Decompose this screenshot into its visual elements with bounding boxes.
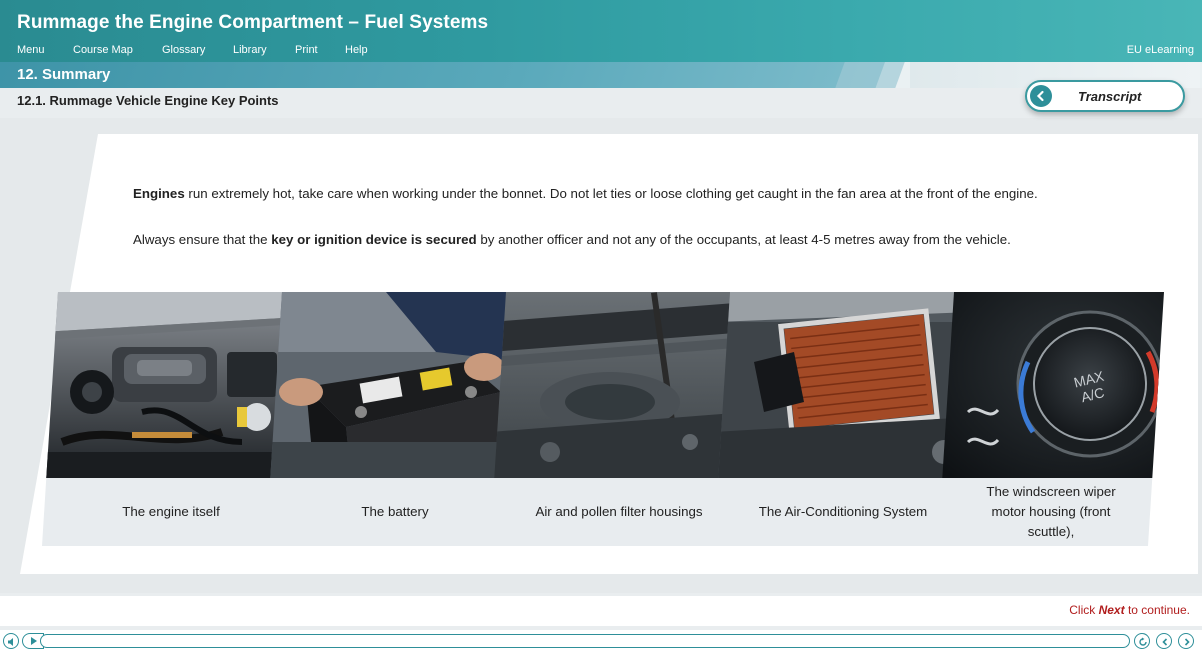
panel-filter-caption: Air and pollen filter housings <box>490 478 748 546</box>
paragraph-key-bold: key or ignition device is secured <box>271 232 477 247</box>
menu-item-help[interactable]: Help <box>345 44 368 56</box>
paragraph-engines-bold: Engines <box>133 186 185 201</box>
panel-aircon: The Air-Conditioning System <box>714 292 972 546</box>
menu-item-course-map[interactable]: Course Map <box>73 44 133 56</box>
chevron-left-icon <box>1162 638 1168 646</box>
section-bar: 12. Summary <box>0 62 1202 88</box>
transcript-label: Transcript <box>1078 89 1142 104</box>
paragraph-key-start: Always ensure that the <box>133 232 272 247</box>
panel-filter: Air and pollen filter housings <box>490 292 748 546</box>
panel-engine-caption: The engine itself <box>42 478 300 546</box>
menu-item-glossary[interactable]: Glossary <box>162 44 205 56</box>
paragraph-key-end: by another officer and not any of the oc… <box>476 232 1011 247</box>
paragraph-key: Always ensure that the key or ignition d… <box>133 229 1163 251</box>
panel-wiper: MAX A/C The windscreen wiper motor housi… <box>938 292 1164 546</box>
continue-hint-end: to continue. <box>1124 603 1190 617</box>
panel-engine: The engine itself <box>42 292 300 546</box>
replay-button[interactable] <box>1134 633 1150 649</box>
player-bar <box>0 630 1202 652</box>
continue-hint-start: Click <box>1069 603 1099 617</box>
menu-bar: Menu Course Map Glossary Library Print H… <box>0 40 1202 62</box>
transcript-button[interactable]: Transcript <box>1025 80 1185 112</box>
wiper-image: MAX A/C <box>938 292 1164 478</box>
play-icon <box>31 637 37 645</box>
replay-icon <box>1139 637 1147 646</box>
paragraph-engines-text: run extremely hot, take care when workin… <box>184 186 1038 201</box>
course-player: Rummage the Engine Compartment – Fuel Sy… <box>0 0 1202 652</box>
section-title: 12. Summary <box>17 66 111 83</box>
chevron-left-icon <box>1030 85 1052 107</box>
speaker-icon <box>8 638 13 646</box>
filter-image <box>490 292 748 478</box>
panel-aircon-caption: The Air-Conditioning System <box>714 478 972 546</box>
section-band <box>0 62 886 88</box>
previous-button[interactable] <box>1156 633 1172 649</box>
continue-hint: Click Next to continue. <box>1069 603 1190 617</box>
panel-battery: The battery <box>266 292 524 546</box>
next-button[interactable] <box>1178 633 1194 649</box>
progress-bar[interactable] <box>40 634 1130 648</box>
panel-battery-caption: The battery <box>266 478 524 546</box>
section-band-accent <box>835 62 905 88</box>
engine-image <box>42 292 300 478</box>
menu-item-menu[interactable]: Menu <box>17 44 45 56</box>
course-title: Rummage the Engine Compartment – Fuel Sy… <box>17 12 489 33</box>
audio-button[interactable] <box>3 633 19 649</box>
chevron-right-icon <box>1184 638 1190 646</box>
menu-item-library[interactable]: Library <box>233 44 267 56</box>
panel-wiper-caption: The windscreen wiper motor housing (fron… <box>938 478 1164 546</box>
page-subtitle: 12.1. Rummage Vehicle Engine Key Points <box>17 93 279 108</box>
aircon-image <box>714 292 972 478</box>
battery-image <box>266 292 524 478</box>
footer-bar <box>0 596 1202 626</box>
menu-item-print[interactable]: Print <box>295 44 318 56</box>
course-header: Rummage the Engine Compartment – Fuel Sy… <box>0 0 1202 62</box>
continue-hint-next: Next <box>1098 603 1125 617</box>
paragraph-engines: Engines run extremely hot, take care whe… <box>133 183 1163 205</box>
brand-label: EU eLearning <box>1126 44 1194 56</box>
